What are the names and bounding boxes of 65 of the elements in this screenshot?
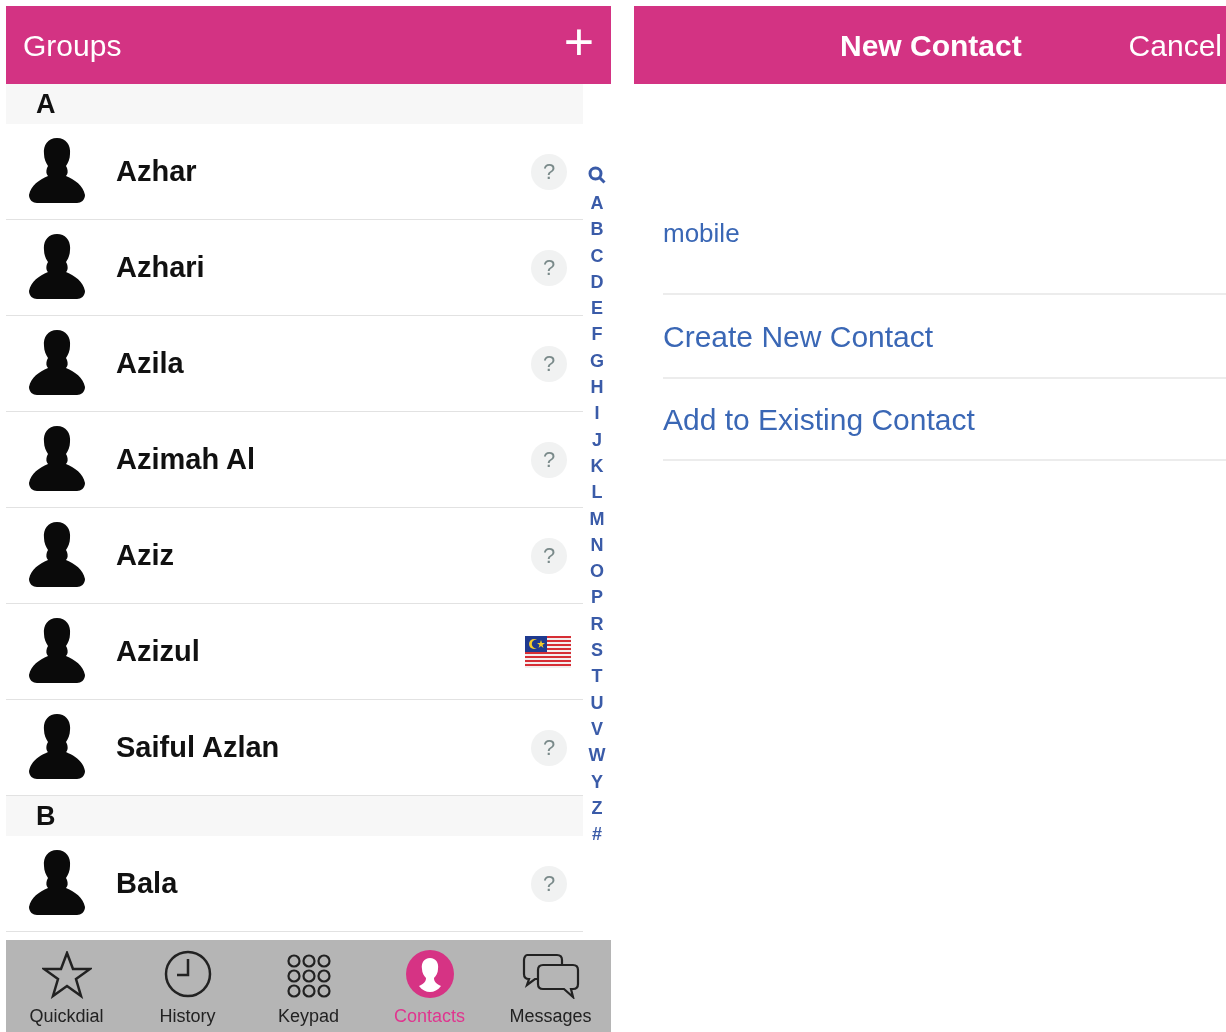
index-letter[interactable]: L: [591, 479, 603, 506]
contact-name: Azizul: [116, 633, 201, 669]
index-letter[interactable]: W: [588, 742, 606, 769]
star-icon: [41, 951, 92, 999]
index-letter[interactable]: M: [589, 505, 605, 532]
tab-label: Keypad: [277, 1005, 340, 1028]
search-icon[interactable]: [588, 166, 606, 184]
keypad-icon: [285, 953, 332, 999]
contact-name: Aziz: [116, 537, 175, 573]
index-letter[interactable]: I: [594, 400, 600, 427]
groups-link[interactable]: Groups: [23, 22, 122, 68]
unknown-badge: ?: [531, 537, 567, 574]
unknown-badge: ?: [531, 441, 567, 478]
index-letter[interactable]: D: [590, 268, 604, 296]
tab-item[interactable]: Quickdial: [11, 951, 122, 1030]
header-title: New Contact: [840, 27, 1022, 64]
contact-name: Azhar: [116, 153, 198, 189]
index-letter[interactable]: C: [590, 242, 604, 269]
section-letter: A: [36, 87, 56, 121]
tab-label: Messages: [509, 1005, 592, 1028]
contact-name: Azimah Al: [116, 441, 257, 477]
index-letter[interactable]: V: [591, 715, 603, 743]
unknown-badge: ?: [531, 345, 567, 382]
action-row[interactable]: Create New Contact: [663, 293, 1226, 377]
index-letter[interactable]: Z: [591, 794, 603, 822]
index-letter[interactable]: N: [590, 531, 604, 559]
unknown-badge: ?: [531, 729, 567, 766]
contact-name: Saiful Azlan: [116, 729, 281, 765]
index-letter[interactable]: O: [590, 558, 604, 585]
unknown-badge: ?: [531, 249, 567, 286]
contact-name: Azhari: [116, 249, 206, 285]
index-letter[interactable]: F: [591, 321, 603, 348]
index-letter[interactable]: H: [590, 374, 604, 401]
add-button[interactable]: +: [563, 16, 594, 74]
field-label: mobile: [663, 217, 741, 250]
index-letter[interactable]: K: [590, 452, 604, 480]
tab-label: Quickdial: [29, 1005, 104, 1028]
person-icon: [404, 949, 455, 999]
clock-icon: [162, 949, 213, 999]
tab-label: History: [159, 1005, 216, 1028]
chat-bubbles-icon: [520, 951, 581, 999]
index-letter[interactable]: S: [591, 637, 603, 664]
unknown-badge: ?: [531, 153, 567, 190]
index-letter[interactable]: Y: [591, 768, 603, 795]
index-letter[interactable]: A: [590, 190, 604, 217]
tab-item[interactable]: Keypad: [253, 953, 364, 1030]
index-letter[interactable]: U: [590, 689, 604, 716]
section-letter: B: [36, 799, 56, 833]
contact-name: Azila: [116, 345, 185, 381]
index-letter[interactable]: J: [592, 426, 602, 453]
index-letter[interactable]: #: [592, 821, 602, 848]
index-letter[interactable]: B: [590, 216, 604, 243]
index-letter[interactable]: G: [590, 347, 604, 375]
cancel-button[interactable]: Cancel: [1128, 22, 1222, 68]
tab-label: Contacts: [393, 1005, 465, 1028]
flag-icon: [525, 635, 571, 668]
tab-item[interactable]: History: [132, 949, 243, 1030]
tab-item[interactable]: Messages: [495, 951, 606, 1030]
unknown-badge: ?: [531, 865, 567, 902]
index-letter[interactable]: R: [590, 610, 604, 638]
index-letter[interactable]: T: [591, 663, 603, 690]
index-letter[interactable]: E: [591, 295, 603, 322]
action-row[interactable]: Add to Existing Contact: [663, 377, 1226, 461]
contact-name: Bala: [116, 865, 179, 901]
index-letter[interactable]: P: [591, 584, 603, 611]
